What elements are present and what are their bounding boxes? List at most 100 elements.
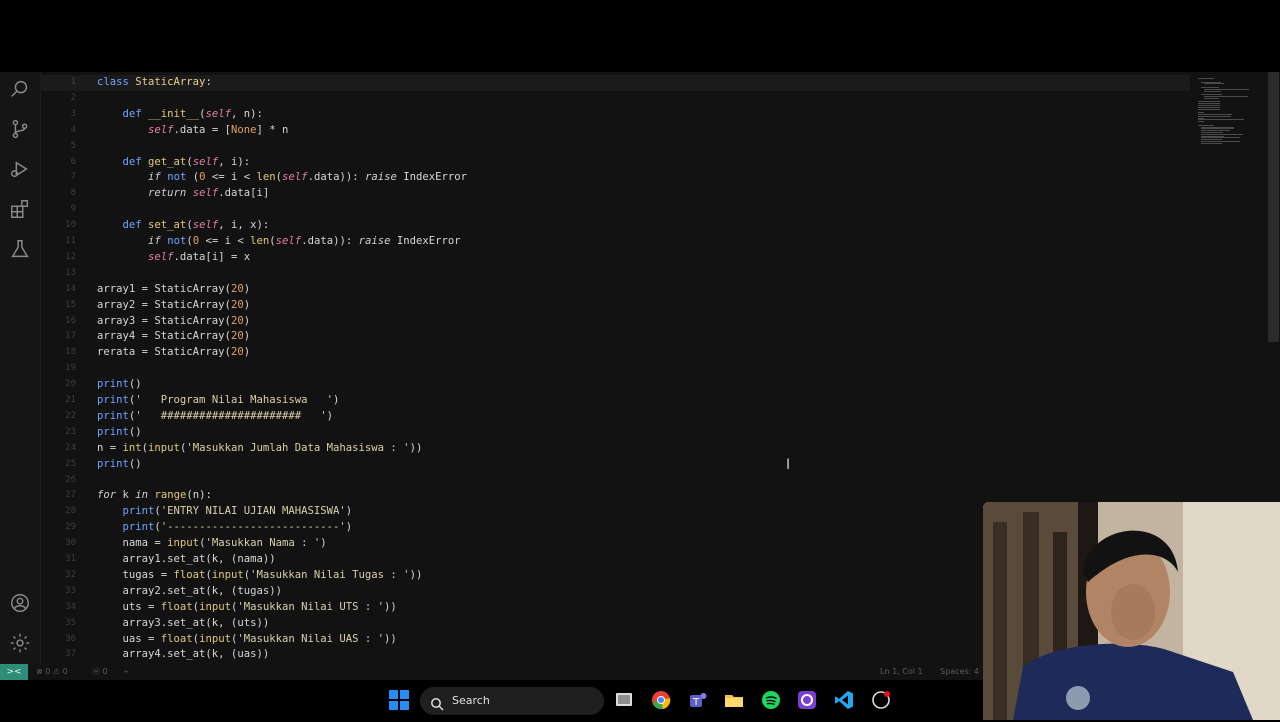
code-text[interactable]: if not (0 <= i < len(self.data)): raise …	[97, 169, 467, 185]
line-number: 10	[65, 220, 76, 231]
minimap-line	[1204, 97, 1219, 99]
minimap[interactable]	[1192, 74, 1272, 144]
remote-indicator-button[interactable]: ><	[0, 664, 28, 680]
code-text[interactable]: def __init__(self, n):	[97, 106, 263, 122]
taskbar-search-box[interactable]: Search	[420, 687, 604, 715]
teams-icon[interactable]: T	[688, 690, 708, 710]
bell-icon[interactable]: ⌁	[124, 664, 129, 680]
activity-bar	[0, 72, 41, 664]
line-number: 24	[65, 442, 76, 453]
line-number: 29	[65, 522, 76, 533]
line-number: 30	[65, 538, 76, 549]
line-number: 37	[65, 649, 76, 660]
chrome-icon[interactable]	[651, 690, 671, 710]
code-text[interactable]: rerata = StaticArray(20)	[97, 344, 250, 360]
code-text[interactable]: def set_at(self, i, x):	[97, 217, 270, 233]
line-number: 27	[65, 490, 76, 501]
search-icon[interactable]	[9, 78, 31, 100]
minimap-line	[1198, 121, 1205, 123]
warning-count: 0	[62, 667, 68, 676]
code-text[interactable]: print(' Program Nilai Mahasiswa ')	[97, 392, 339, 408]
code-text[interactable]: print('ENTRY NILAI UJIAN MAHASISWA')	[97, 503, 353, 519]
github-desktop-icon[interactable]	[871, 690, 891, 710]
code-text[interactable]: uts = float(input('Masukkan Nilai UTS : …	[97, 599, 397, 615]
code-text[interactable]: print('---------------------------')	[97, 519, 353, 535]
code-text[interactable]: print(' ###################### ')	[97, 408, 333, 424]
settings-gear-icon[interactable]	[9, 632, 31, 654]
svg-text:T: T	[692, 697, 700, 708]
minimap-line	[1204, 90, 1222, 92]
line-number: 2	[70, 92, 76, 103]
code-text[interactable]: array4.set_at(k, (uas))	[97, 646, 270, 662]
search-placeholder: Search	[452, 694, 490, 707]
minimap-line	[1201, 142, 1222, 144]
line-number: 16	[65, 315, 76, 326]
code-text[interactable]: for k in range(n):	[97, 487, 212, 503]
line-number: 12	[65, 251, 76, 262]
line-number: 14	[65, 283, 76, 294]
line-number: 23	[65, 426, 76, 437]
line-number: 26	[65, 474, 76, 485]
error-count: 0	[45, 667, 51, 676]
code-text[interactable]: array2.set_at(k, (tugas))	[97, 583, 282, 599]
code-text[interactable]: array4 = StaticArray(20)	[97, 328, 250, 344]
line-number: 15	[65, 299, 76, 310]
code-text[interactable]: class StaticArray:	[97, 74, 212, 90]
ports-count: 0	[102, 667, 108, 676]
line-number: 3	[70, 108, 76, 119]
line-number: 35	[65, 617, 76, 628]
broadcast-icon: ⓦ	[92, 667, 100, 676]
problems-indicator[interactable]: ⊗ 0 ⚠ 0	[36, 664, 68, 680]
code-text[interactable]: return self.data[i]	[97, 185, 269, 201]
line-number: 1	[70, 77, 76, 87]
line-number: 34	[65, 601, 76, 612]
source-control-icon[interactable]	[9, 118, 31, 140]
code-text[interactable]: print()	[97, 376, 142, 392]
windows-start-icon[interactable]	[389, 690, 409, 710]
line-number: 18	[65, 347, 76, 358]
line-number: 11	[65, 236, 76, 246]
line-number: 32	[65, 569, 76, 580]
line-number: 28	[65, 506, 76, 517]
code-text[interactable]: array2 = StaticArray(20)	[97, 297, 250, 313]
line-number: 22	[65, 410, 76, 421]
search-icon	[430, 694, 444, 711]
vscode-taskbar-icon[interactable]	[834, 690, 854, 710]
run-debug-icon[interactable]	[9, 158, 31, 180]
code-text[interactable]: print()	[97, 424, 142, 440]
app-icon[interactable]	[797, 690, 817, 710]
code-text[interactable]: array3 = StaticArray(20)	[97, 313, 250, 329]
code-text[interactable]: uas = float(input('Masukkan Nilai UAS : …	[97, 631, 397, 647]
line-number: 36	[65, 633, 76, 644]
line-number: 20	[65, 379, 76, 390]
cursor-position[interactable]: Ln 1, Col 1	[880, 664, 923, 680]
webcam-overlay	[983, 502, 1280, 720]
testing-flask-icon[interactable]	[9, 238, 31, 260]
task-view-icon[interactable]	[614, 690, 634, 710]
code-text[interactable]: array1 = StaticArray(20)	[97, 281, 250, 297]
file-explorer-icon[interactable]	[724, 690, 744, 710]
code-text[interactable]: array1.set_at(k, (nama))	[97, 551, 276, 567]
code-text[interactable]: n = int(input('Masukkan Jumlah Data Maha…	[97, 440, 422, 456]
line-number: 9	[70, 204, 76, 215]
spotify-icon[interactable]	[761, 690, 781, 710]
code-text[interactable]: tugas = float(input('Masukkan Nilai Tuga…	[97, 567, 423, 583]
code-text[interactable]: if not(0 <= i < len(self.data)): raise I…	[97, 233, 461, 249]
line-number: 17	[65, 331, 76, 342]
code-text[interactable]: print()	[97, 456, 142, 472]
line-number: 4	[70, 124, 76, 135]
code-text[interactable]: nama = input('Masukkan Nama : ')	[97, 535, 327, 551]
indentation-setting[interactable]: Spaces: 4	[940, 664, 979, 680]
code-text[interactable]: def get_at(self, i):	[97, 154, 251, 170]
code-text[interactable]: self.data[i] = x	[97, 249, 250, 265]
code-text[interactable]: array3.set_at(k, (uts))	[97, 615, 270, 631]
code-text[interactable]: self.data = [None] * n	[97, 122, 288, 138]
ports-indicator[interactable]: ⓦ 0	[92, 664, 108, 680]
line-number: 8	[70, 188, 76, 199]
extensions-icon[interactable]	[9, 198, 31, 220]
line-number: 21	[65, 395, 76, 405]
vertical-scrollbar[interactable]	[1268, 72, 1279, 342]
line-number: 5	[70, 140, 76, 151]
line-number: 25	[65, 458, 76, 469]
account-icon[interactable]	[9, 592, 31, 614]
